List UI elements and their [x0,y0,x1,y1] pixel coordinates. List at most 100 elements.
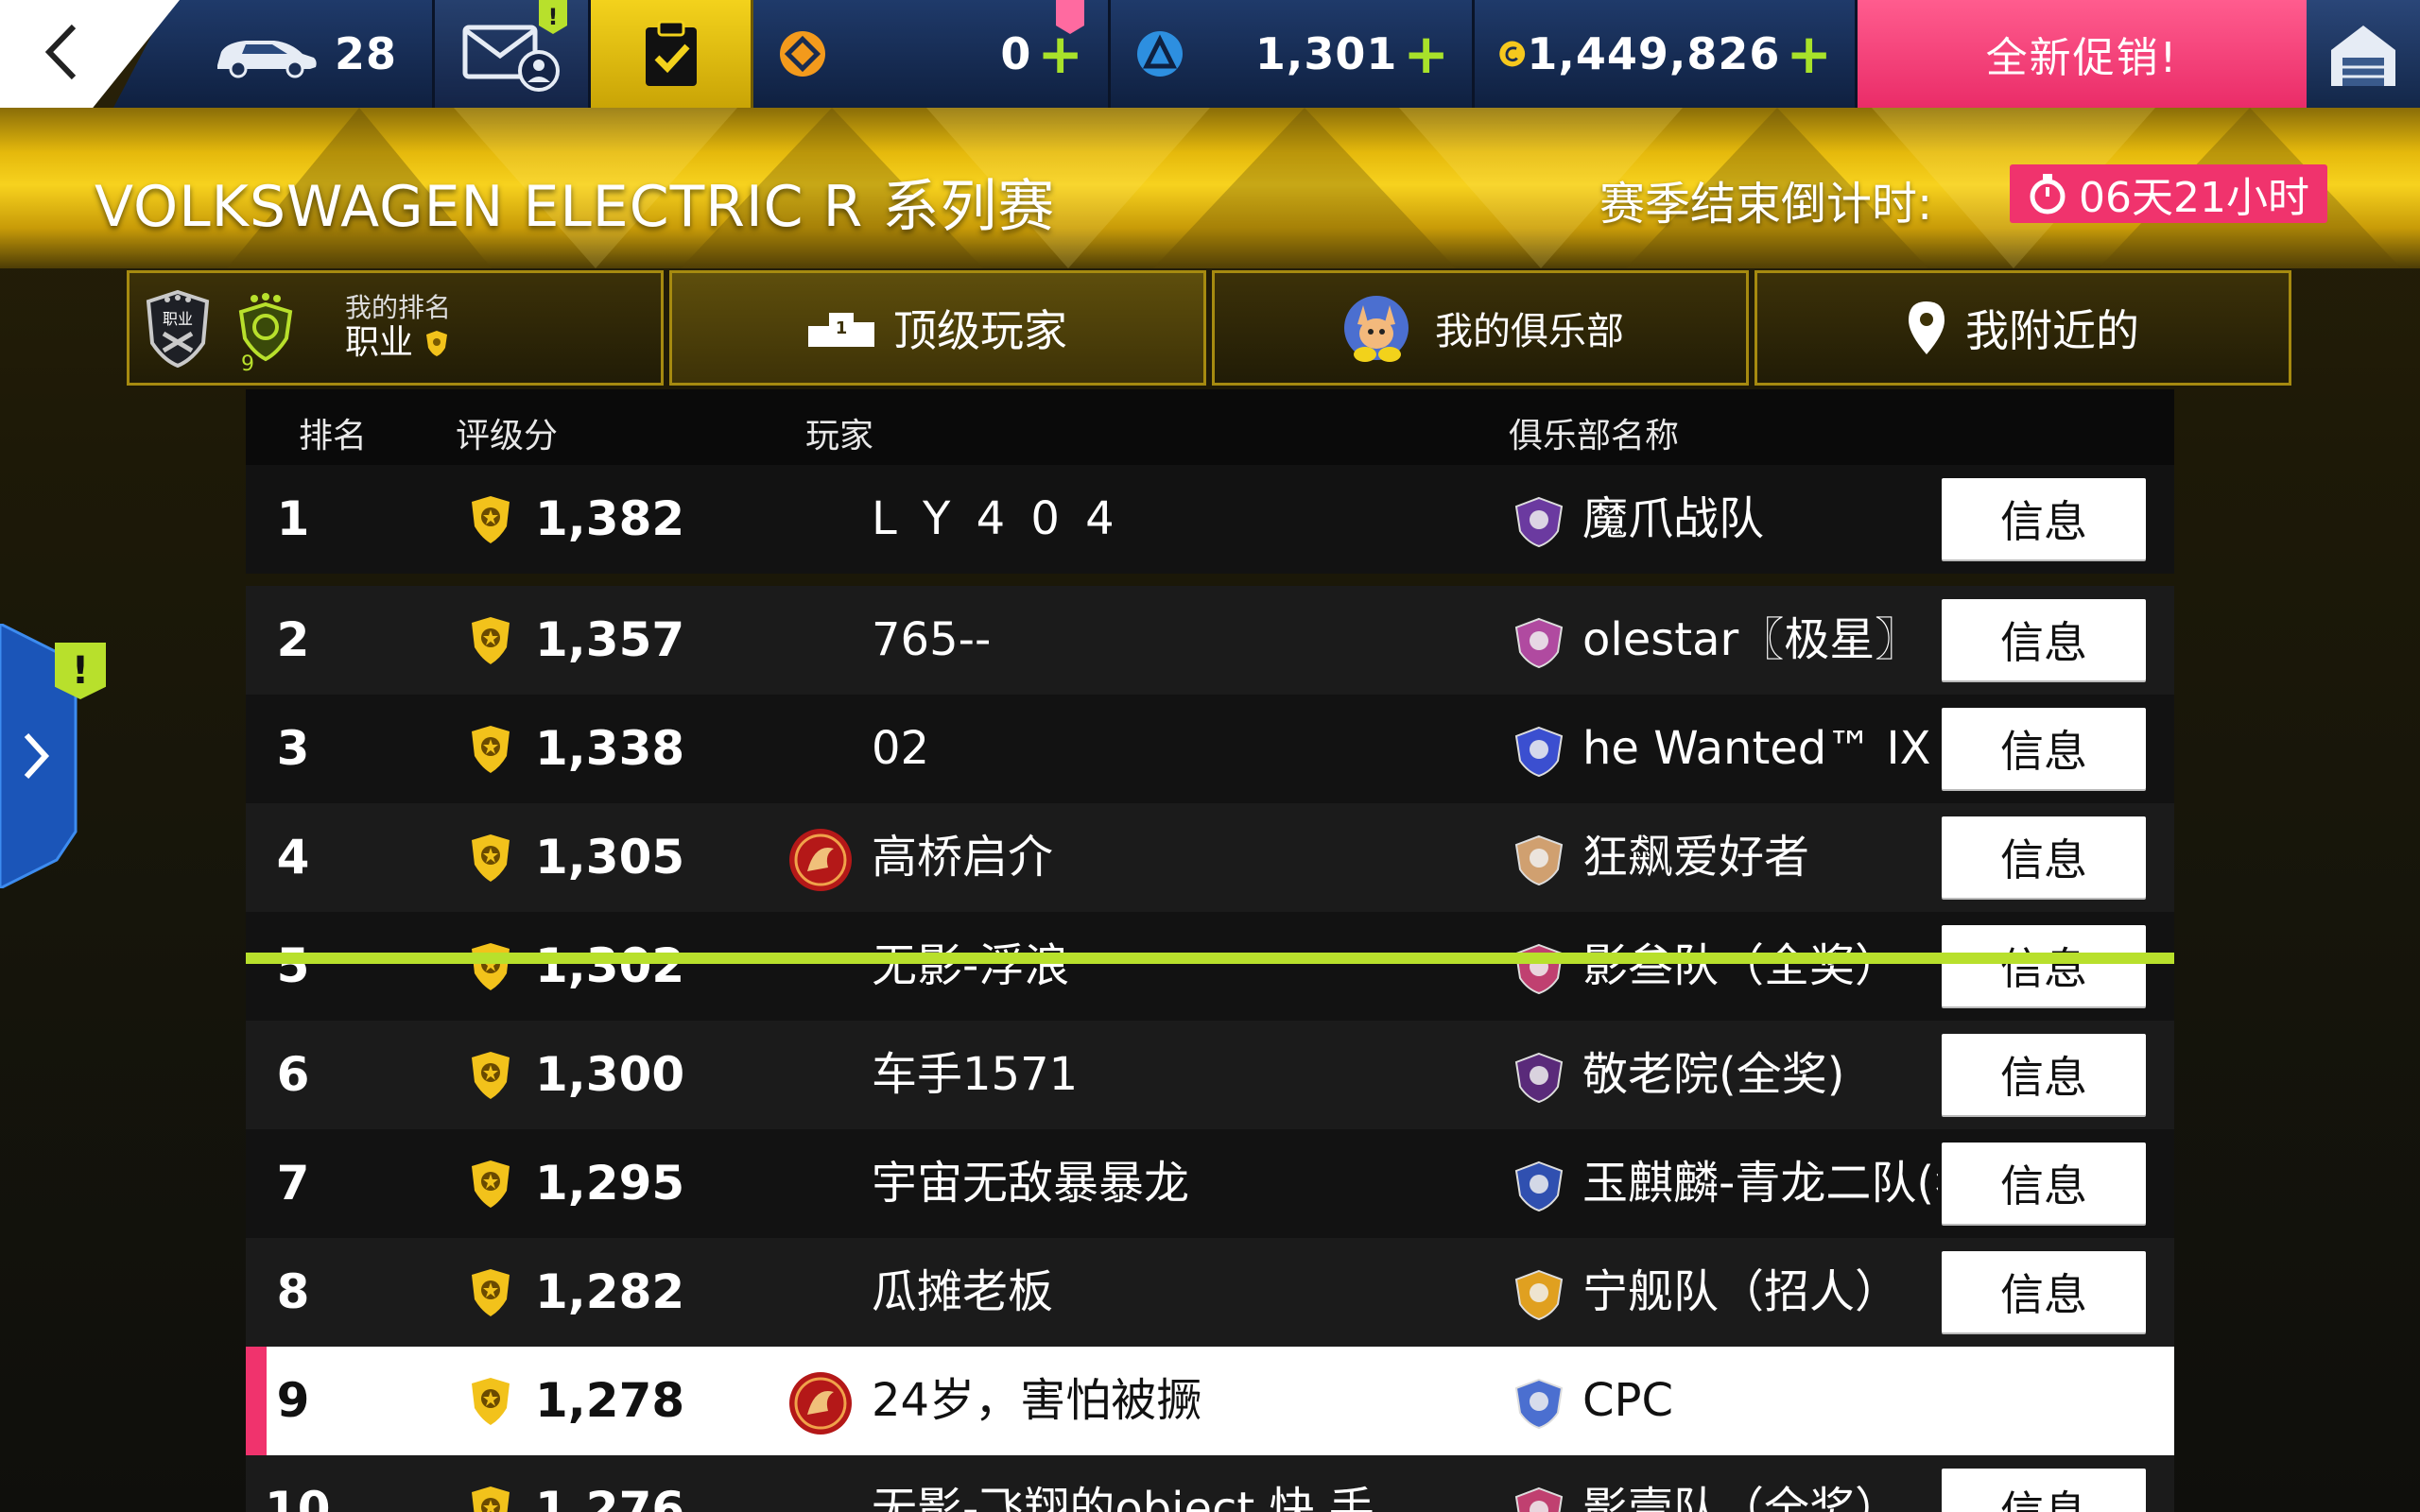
back-button[interactable] [38,19,113,94]
credits-counter[interactable]: 1,449,826 + [1475,0,1858,108]
player-name[interactable]: 无影-飞翔的object 快 手 [872,1455,1374,1512]
rank-number: 3 [276,721,310,776]
club-name[interactable]: 影叁队（全奖） [1582,912,1938,1021]
blueprints-counter[interactable]: 1,301 + [1111,0,1475,108]
club-emblem-icon [1514,617,1564,669]
header-rank: 排名 [299,417,368,455]
rating-score: 1,338 [535,721,685,776]
info-button[interactable]: 信息 [1942,708,2146,789]
header-score: 评级分 [456,417,559,455]
tokens-add-icon[interactable]: + [1037,26,1083,81]
club-emblem-icon [1514,1269,1564,1321]
rank-number: 6 [276,1047,310,1102]
club-emblem-icon [1514,834,1564,886]
player-name[interactable]: 车手1571 [872,1021,1078,1129]
player-name[interactable]: 24岁，害怕被撅 [872,1347,1201,1455]
table-row: 7 1,295 宇宙无敌暴暴龙 玉麒麟-青龙二队(狂信息 [246,1129,2174,1238]
chevron-left-icon [44,24,77,80]
top-bar: 28 ! 0 + 1,301 + 1,449,826 + 全新促销! [0,0,2420,108]
info-button[interactable]: 信息 [1942,1143,2146,1224]
car-icon [217,41,317,78]
player-name[interactable]: 02 [872,695,929,803]
info-button[interactable]: 信息 [1942,1034,2146,1115]
club-emblem-icon [1514,1486,1564,1512]
top-rank-separator [246,953,2174,964]
rank-number: 5 [276,938,310,993]
my-rank-panel[interactable]: 职业 9 我的排名 职业 [127,270,664,386]
table-row: 4 1,305 高桥启介 狂飙爱好者 信息 [246,803,2174,912]
player-name[interactable]: 无影-浮浪 [872,912,1069,1021]
info-button[interactable]: 信息 [1942,599,2146,680]
player-name[interactable]: 高桥启介 [872,803,1053,912]
player-name[interactable]: 765-- [872,586,991,695]
club-name[interactable]: 狂飙爱好者 [1582,803,1938,912]
series-title: VOLKSWAGEN ELECTRIC R 系列赛 [95,174,1056,240]
player-level: 9 [241,352,254,376]
credits-icon [1499,41,1526,67]
club-name[interactable]: CPC [1582,1347,2169,1455]
leaderboard-tabs: 职业 9 我的排名 职业 1 顶级玩家 我的俱乐部 我附近的 [0,268,2420,389]
club-name[interactable]: 宁舰队（招人） [1582,1238,1938,1347]
table-row-current-player: 9 1,278 24岁，害怕被撅 CPC [246,1347,2174,1455]
table-row: 1 1,382 L Y 4 0 4 魔爪战队 信息 [246,465,2174,574]
stopwatch-icon [2030,174,2066,215]
club-emblem-icon [1514,1378,1564,1430]
info-button[interactable]: 信息 [1942,925,2146,1006]
info-button[interactable]: 信息 [1942,478,2146,559]
player-name[interactable]: 瓜摊老板 [872,1238,1053,1347]
tasks-button[interactable] [591,0,753,108]
mail-button[interactable]: ! [435,0,591,108]
rating-shield-icon [472,1378,510,1425]
tokens-count: 0 [1000,28,1032,79]
club-name[interactable]: 玉麒麟-青龙二队(狂 [1582,1129,1938,1238]
my-rank-label: 我的排名 [345,292,452,324]
club-name[interactable]: 影壹队（全奖） [1582,1455,1938,1512]
tab-near-me[interactable]: 我附近的 [1754,270,2291,386]
info-button[interactable]: 信息 [1942,1251,2146,1332]
current-player-marker [246,1347,267,1455]
rating-shield-icon [472,1052,510,1099]
tab-top-players-label: 顶级玩家 [893,305,1067,356]
info-button[interactable]: 信息 [1942,816,2146,898]
club-name[interactable]: 魔爪战队 [1582,465,1938,574]
league-badge-icon: 职业 [146,289,210,368]
rating-score: 1,357 [535,612,685,667]
table-row: 2 1,357 765-- olestar〖极星〗 信息 [246,586,2174,695]
season-countdown-label: 赛季结束倒计时: [1599,178,1933,231]
player-name[interactable]: 宇宙无敌暴暴龙 [872,1129,1189,1238]
tab-near-me-label: 我附近的 [1965,305,2139,356]
blueprints-add-icon[interactable]: + [1403,26,1449,81]
location-pin-icon [1909,301,1945,354]
credits-count: 1,449,826 [1527,28,1781,79]
club-name[interactable]: olestar〖极星〗 [1582,586,1938,695]
club-emblem-icon [1514,1052,1564,1104]
club-name[interactable]: he Wanted™ IX [1582,695,1938,803]
tab-top-players[interactable]: 1 顶级玩家 [669,270,1206,386]
rating-shield-icon [472,943,510,990]
club-emblem-icon [1514,1160,1564,1212]
rank-shield-icon [426,331,448,357]
rating-score: 1,278 [535,1373,685,1428]
season-timer: 06天21小时 [2010,164,2327,223]
home-button[interactable] [2307,0,2420,108]
club-emblem-icon [1514,496,1564,548]
my-rank-info: 我的排名 职业 [345,293,451,363]
rating-shield-icon [472,617,510,664]
credits-add-icon[interactable]: + [1786,26,1832,81]
rank-number: 8 [276,1264,310,1319]
club-name[interactable]: 敬老院(全奖) [1582,1021,1938,1129]
player-avatar [789,1372,852,1435]
tokens-counter[interactable]: 0 + [753,0,1111,108]
rating-shield-icon [472,1160,510,1208]
club-emblem-icon [1344,296,1409,362]
info-button[interactable]: 信息 [1942,1469,2146,1512]
table-row: 6 1,300 车手1571 敬老院(全奖) 信息 [246,1021,2174,1129]
series-banner: VOLKSWAGEN ELECTRIC R 系列赛 赛季结束倒计时: 06天21… [0,108,2420,268]
token-icon [780,31,825,77]
rating-shield-icon [472,834,510,882]
tab-my-club[interactable]: 我的俱乐部 [1212,270,1749,386]
rank-number: 4 [276,830,310,885]
player-avatar [789,829,852,891]
promo-button[interactable]: 全新促销! [1858,0,2307,108]
player-name[interactable]: L Y 4 0 4 [872,465,1120,574]
